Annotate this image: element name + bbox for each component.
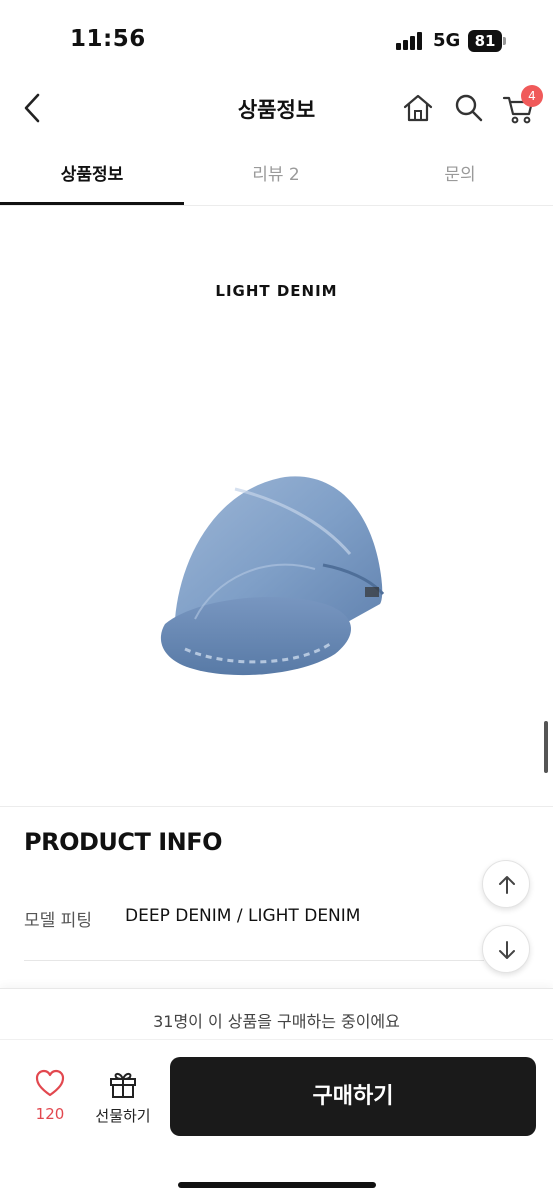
like-count: 120 [35, 1105, 65, 1123]
info-row-label: 모델 피팅 [24, 911, 92, 931]
arrow-up-icon [499, 876, 515, 894]
top-nav: 상품정보 [0, 80, 553, 136]
search-icon[interactable] [453, 92, 485, 124]
cart-count-badge: 4 [521, 85, 543, 107]
home-indicator [178, 1182, 376, 1188]
signal-icon [396, 32, 426, 50]
gift-label: 선물하기 [95, 1107, 151, 1125]
section-divider [0, 806, 553, 807]
home-icon[interactable] [401, 92, 435, 124]
battery-tip [503, 37, 506, 45]
tab-product-info[interactable]: 상품정보 [0, 160, 184, 185]
network-label: 5G [433, 30, 461, 51]
active-tab-underline [0, 202, 184, 205]
scroll-to-bottom-button[interactable] [482, 925, 530, 973]
heart-icon [35, 1069, 65, 1097]
scroll-to-top-button[interactable] [482, 860, 530, 908]
product-info-title: PRODUCT INFO [24, 828, 223, 856]
gift-icon [108, 1069, 138, 1099]
battery-icon: 81 [468, 30, 502, 52]
purchase-bar: 31명이 이 상품을 구매하는 중이에요 120 선물하기 구매하기 [0, 988, 553, 1200]
product-image-area: LIGHT DENIM [0, 207, 553, 805]
status-bar: 11:56 5G 81 [0, 0, 553, 80]
info-row-value: DEEP DENIM / LIGHT DENIM [125, 906, 361, 926]
image-caption: LIGHT DENIM [215, 282, 338, 300]
scrollbar[interactable] [544, 721, 548, 773]
notice-divider [0, 1039, 553, 1040]
product-tabs: 상품정보 리뷰 2 문의 [0, 146, 553, 206]
gift-button[interactable]: 선물하기 [88, 1069, 158, 1129]
info-row-divider [24, 960, 484, 961]
denim-cap-image [155, 469, 395, 684]
status-time: 11:56 [70, 26, 146, 52]
buy-button[interactable]: 구매하기 [170, 1057, 536, 1136]
like-button[interactable]: 120 [22, 1069, 78, 1129]
purchase-notice: 31명이 이 상품을 구매하는 중이에요 [153, 1012, 400, 1031]
tab-inquiry[interactable]: 문의 [368, 160, 552, 185]
tab-reviews[interactable]: 리뷰 2 [184, 160, 368, 185]
arrow-down-icon [499, 941, 515, 959]
